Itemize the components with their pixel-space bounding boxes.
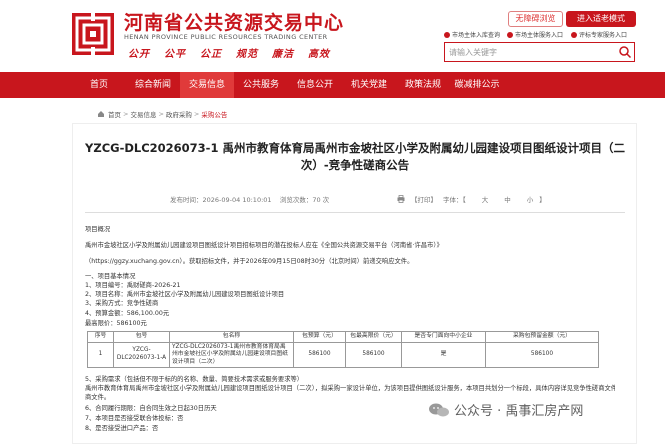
table-cell: YZCG-DLC2026073-1-A bbox=[113, 341, 170, 368]
divider bbox=[85, 212, 625, 213]
nav-item-info-disclosure[interactable]: 信息公开 bbox=[288, 72, 342, 98]
nav-item-party-building[interactable]: 机关党建 bbox=[342, 72, 396, 98]
home-icon bbox=[98, 111, 104, 117]
watermark-text: 公众号 · 禹事汇房产网 bbox=[454, 404, 584, 419]
price-ceiling: 最高限价：586100元 bbox=[85, 320, 147, 327]
requirement-heading: 5、采购需求（包括但不限于标的的名称、数量、简要技术需求或服务要求等） bbox=[85, 376, 304, 383]
article-panel: YZCG-DLC2026073-1 禹州市教育体育局禹州市金坡社区小学及附属幼儿… bbox=[72, 123, 637, 444]
section-heading: 项目概况 bbox=[85, 226, 111, 233]
slogan: 公平 bbox=[164, 49, 186, 60]
font-medium-button[interactable]: 中 bbox=[504, 194, 511, 204]
nav-item-public-service[interactable]: 公共服务 bbox=[234, 72, 288, 98]
breadcrumb-separator: > bbox=[158, 110, 164, 118]
entry-dot-icon bbox=[571, 32, 577, 38]
nav-item-policy[interactable]: 政策法规 bbox=[396, 72, 450, 98]
table-header: 采购包预留金额（元） bbox=[485, 331, 599, 343]
market-entity-service-link[interactable]: 市场主体服务入口 bbox=[507, 30, 563, 39]
entry-dot-icon bbox=[507, 32, 513, 38]
font-large-button[interactable]: 大 bbox=[482, 194, 489, 204]
view-count: 浏览次数：70 次 bbox=[279, 196, 330, 204]
overview-paragraph: 禹州市金坡社区小学及附属幼儿园建设项目图纸设计项目招标项目的潜在投标人应在《全国… bbox=[85, 242, 443, 249]
slogan-row: 公开 公平 公正 规范 廉洁 高效 bbox=[128, 45, 330, 60]
imported-products: 8、是否接受进口产品：否 bbox=[85, 425, 159, 432]
section-heading: 一、项目基本情况 bbox=[85, 273, 136, 280]
table-cell: 586100 bbox=[293, 341, 346, 368]
print-icon[interactable] bbox=[397, 195, 405, 203]
print-link[interactable]: 【打印】 bbox=[411, 194, 437, 204]
project-name: 2、项目名称：禹州市金坡社区小学及附属幼儿园建设项目图纸设计项目 bbox=[85, 291, 285, 298]
article-tools: 【打印】 字体：【 大 中 小 】 bbox=[397, 194, 546, 204]
table-cell: 1 bbox=[87, 341, 114, 368]
nav-item-carbon[interactable]: 碳减排公示 bbox=[450, 72, 504, 98]
site-logo-icon[interactable] bbox=[71, 12, 115, 56]
wechat-watermark: 公众号 · 禹事汇房产网 bbox=[428, 400, 583, 419]
article-meta: 发布时间：2026-09-04 10:10:01 浏览次数：70 次 【打印】 … bbox=[85, 191, 625, 207]
slogan: 高效 bbox=[308, 49, 330, 60]
table-header: 包号 bbox=[113, 331, 170, 343]
slogan: 廉洁 bbox=[272, 49, 294, 60]
procurement-method: 3、采购方式：竞争性磋商 bbox=[85, 300, 159, 307]
breadcrumb: 首页 > 交易信息 > 政府采购 > 采购公告 bbox=[97, 109, 227, 119]
main-nav: 首页 综合新闻 交易信息 公共服务 信息公开 机关党建 政策法规 碳减排公示 bbox=[0, 72, 665, 98]
wechat-icon bbox=[429, 403, 449, 416]
requirement-text: 禹州市教育体育局禹州市金坡社区小学及附属幼儿园建设项目图纸设计项目（二次），拟采… bbox=[85, 385, 615, 392]
accessible-browse-button[interactable]: 无障碍浏览 bbox=[508, 11, 563, 27]
table-header: 包预算（元） bbox=[293, 331, 346, 343]
overview-paragraph: （https://ggzy.xuchang.gov.cn）。获取招标文件，并于2… bbox=[85, 258, 414, 265]
breadcrumb-home[interactable]: 首页 bbox=[108, 109, 121, 119]
table-cell: 是 bbox=[401, 341, 486, 368]
site-subtitle: HENAN PROVINCE PUBLIC RESOURCES TRADING … bbox=[124, 33, 328, 41]
procurement-package-table: 序号 包号 包名称 包预算（元） 包最高限价（元） 是否专门面向中小企业 采购包… bbox=[87, 331, 599, 368]
table-cell: 586100 bbox=[345, 341, 402, 368]
slogan: 规范 bbox=[236, 49, 258, 60]
table-header-row: 序号 包号 包名称 包预算（元） 包最高限价（元） 是否专门面向中小企业 采购包… bbox=[87, 331, 599, 343]
nav-item-trade-info[interactable]: 交易信息 bbox=[180, 72, 234, 98]
article-meta-left: 发布时间：2026-09-04 10:10:01 浏览次数：70 次 bbox=[170, 194, 329, 204]
nav-item-news[interactable]: 综合新闻 bbox=[126, 72, 180, 98]
breadcrumb-trade-info[interactable]: 交易信息 bbox=[130, 109, 156, 119]
table-row: 1 YZCG-DLC2026073-1-A YZCG-DLC2026073-1禹… bbox=[87, 341, 599, 368]
table-header: 是否专门面向中小企业 bbox=[401, 331, 486, 343]
search-icon[interactable] bbox=[618, 45, 632, 59]
breadcrumb-separator: > bbox=[193, 110, 200, 118]
market-entity-query-link[interactable]: 市场主体入库查询 bbox=[444, 30, 500, 39]
expert-service-link[interactable]: 评标专家服务入口 bbox=[571, 30, 627, 39]
budget-amount: 4、预算金额：586,100.00元 bbox=[85, 310, 170, 317]
elder-mode-button[interactable]: 进入适老模式 bbox=[566, 11, 636, 27]
article-title: YZCG-DLC2026073-1 禹州市教育体育局禹州市金坡社区小学及附属幼儿… bbox=[85, 141, 625, 172]
contract-period: 6、合同履行期限：自合同生效之日起30日历天 bbox=[85, 405, 217, 412]
slogan: 公开 bbox=[128, 49, 150, 60]
table-cell: 586100 bbox=[485, 341, 599, 368]
font-small-button[interactable]: 小 bbox=[527, 194, 534, 204]
consortium-bidding: 7、本项目是否接受联合体投标：否 bbox=[85, 415, 184, 422]
search-box bbox=[444, 42, 635, 62]
site-title: 河南省公共资源交易中心 bbox=[124, 12, 345, 34]
breadcrumb-procurement[interactable]: 政府采购 bbox=[166, 109, 192, 119]
search-input[interactable] bbox=[445, 43, 615, 61]
breadcrumb-announcement[interactable]: 采购公告 bbox=[201, 109, 227, 119]
site-header: 河南省公共资源交易中心 HENAN PROVINCE PUBLIC RESOUR… bbox=[0, 0, 665, 72]
font-size-label: 字体：【 bbox=[443, 196, 466, 204]
nav-item-home[interactable]: 首页 bbox=[72, 72, 126, 98]
requirement-text-continued: 商文件。 bbox=[85, 394, 111, 401]
table-header: 包名称 bbox=[169, 331, 294, 343]
font-size-close: 】 bbox=[539, 196, 546, 204]
table-header: 序号 bbox=[87, 331, 114, 343]
table-cell: YZCG-DLC2026073-1禹州市教育体育局禹州市金坡社区小学及附属幼儿园… bbox=[169, 341, 294, 368]
entry-dot-icon bbox=[444, 32, 450, 38]
breadcrumb-separator: > bbox=[123, 110, 129, 118]
project-number: 1、项目编号：禹财磋商-2026-21 bbox=[85, 282, 181, 289]
publish-time: 发布时间：2026-09-04 10:10:01 bbox=[170, 196, 272, 204]
table-header: 包最高限价（元） bbox=[345, 331, 402, 343]
slogan: 公正 bbox=[200, 49, 222, 60]
